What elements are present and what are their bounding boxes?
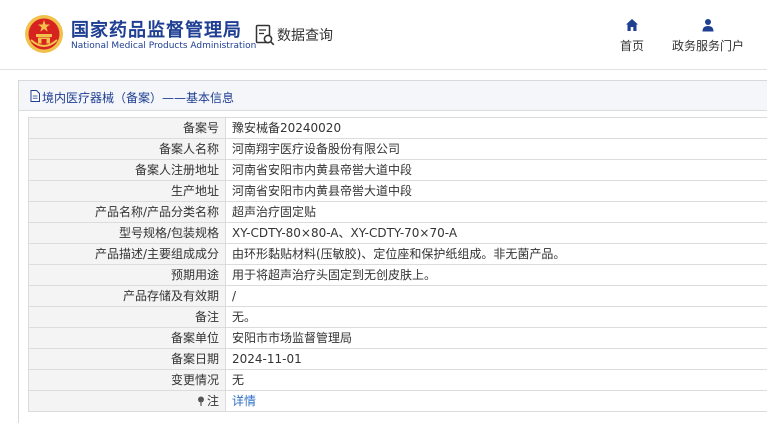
nav-home[interactable]: 首页 [619,18,645,54]
field-value: 安阳市市场监督管理局 [225,327,767,349]
field-label: 变更情况 [28,369,226,391]
field-value: 豫安械备20240020 [225,117,767,139]
field-label: 备案日期 [28,348,226,370]
site-header: 国家药品监督管理局 National Medical Products Admi… [0,0,767,70]
table-row: 备案日期 2024-11-01 [28,348,767,370]
table-row: 备案号 豫安械备20240020 [28,117,767,139]
field-value: 河南省安阳市内黄县帝喾大道中段 [225,159,767,181]
field-label: 产品描述/主要组成成分 [28,243,226,265]
info-table: 备案号 豫安械备20240020 备案人名称 河南翔宇医疗设备股份有限公司 备案人注册地… [28,117,767,412]
site-subtitle: National Medical Products Administration [71,41,257,51]
field-label: 产品存储及有效期 [28,285,226,307]
national-emblem-icon [25,15,63,53]
nav-home-label: 首页 [619,39,644,53]
field-value: 用于将超声治疗头固定到无创皮肤上。 [225,264,767,286]
table-row: 型号规格/包装规格 XY-CDTY-80×80-A、XY-CDTY-70×70-A [28,222,767,244]
field-value: 无。 [225,306,767,328]
field-label: 备案单位 [28,327,226,349]
field-label: 备案号 [28,117,226,139]
nav-service-label: 政务服务门户 [671,39,744,53]
details-link[interactable]: 详情 [232,394,256,408]
table-row-note: 注 详情 [28,390,767,412]
table-row: 产品存储及有效期 / [28,285,767,307]
home-icon [626,19,638,31]
detail-panel: 境内医疗器械（备案）——基本信息 备案号 豫安械备20240020 备案人名称 河南翔… [18,80,767,423]
field-value: 无 [225,369,767,391]
pin-icon [197,396,204,406]
note-label: 注 [28,390,226,412]
table-row: 备案人名称 河南翔宇医疗设备股份有限公司 [28,138,767,160]
table-row: 生产地址 河南省安阳市内黄县帝喾大道中段 [28,180,767,202]
field-label: 备案人名称 [28,138,226,160]
table-row: 变更情况无 [28,369,767,391]
field-label: 备注 [28,306,226,328]
table-row: 备注 无。 [28,306,767,328]
field-value: 河南省安阳市内黄县帝喾大道中段 [225,180,767,202]
field-value: 由环形黏贴材料(压敏胶)、定位座和保护纸组成。非无菌产品。 [225,243,767,265]
data-query-icon[interactable] [255,24,275,46]
field-value: / [225,285,767,307]
field-value: 超声治疗固定贴 [225,201,767,223]
field-label: 型号规格/包装规格 [28,222,226,244]
table-row: 产品名称/产品分类名称 超声治疗固定贴 [28,201,767,223]
field-label: 生产地址 [28,180,226,202]
note-value: 详情 [225,390,767,412]
field-value: 河南翔宇医疗设备股份有限公司 [225,138,767,160]
breadcrumb-text: 境内医疗器械（备案）——基本信息 [42,91,235,105]
field-label: 预期用途 [28,264,226,286]
table-row: 备案人注册地址 河南省安阳市内黄县帝喾大道中段 [28,159,767,181]
field-value: XY-CDTY-80×80-A、XY-CDTY-70×70-A [225,222,767,244]
field-value: 2024-11-01 [225,348,767,370]
document-icon [30,90,40,102]
table-row: 预期用途 用于将超声治疗头固定到无创皮肤上。 [28,264,767,286]
breadcrumb: 境内医疗器械（备案）——基本信息 [19,81,767,111]
user-icon [702,19,714,32]
data-query-link[interactable]: 数据查询 [277,25,333,45]
field-label: 备案人注册地址 [28,159,226,181]
site-title: 国家药品监督管理局 [71,20,242,41]
table-row: 产品描述/主要组成成分 由环形黏贴材料(压敏胶)、定位座和保护纸组成。非无菌产品。 [28,243,767,265]
nav-service-portal[interactable]: 政务服务门户 [671,18,745,54]
table-row: 备案单位 安阳市市场监督管理局 [28,327,767,349]
field-label: 产品名称/产品分类名称 [28,201,226,223]
